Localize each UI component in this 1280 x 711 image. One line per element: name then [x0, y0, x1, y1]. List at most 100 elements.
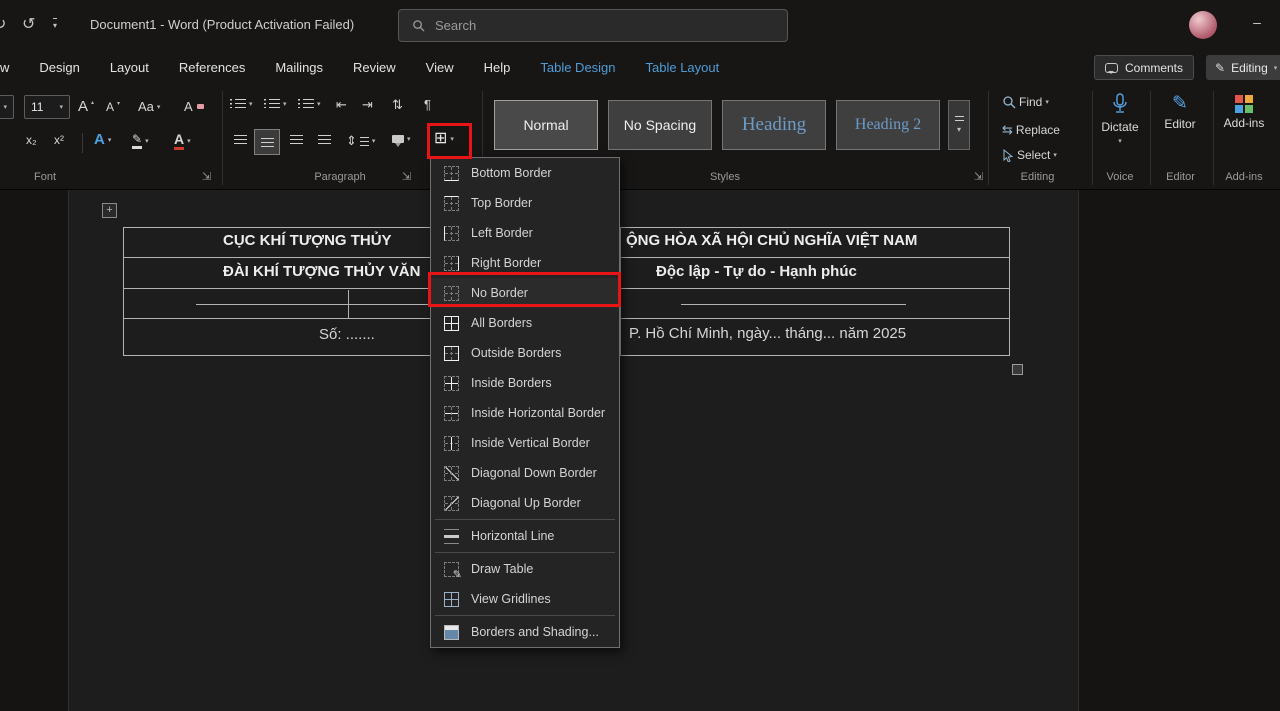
- menu-item[interactable]: Inside Horizontal Border: [431, 398, 619, 428]
- menu-item-label: Top Border: [471, 196, 532, 210]
- editor-button[interactable]: ✎ Editor: [1156, 94, 1204, 131]
- chevron-down-icon: ▾: [372, 137, 376, 145]
- ribbon-tab[interactable]: Help: [469, 50, 526, 85]
- chevron-down-icon: ▾: [317, 100, 321, 108]
- menu-item[interactable]: Diagonal Up Border: [431, 488, 619, 518]
- ribbon-tab[interactable]: Mailings: [260, 50, 338, 85]
- select-button[interactable]: Select ▾: [1002, 148, 1057, 162]
- avatar[interactable]: [1189, 11, 1217, 39]
- style-card[interactable]: Normal: [494, 100, 598, 150]
- menu-item[interactable]: Horizontal Line: [431, 521, 619, 551]
- grow-font-button[interactable]: A ▴: [78, 98, 94, 115]
- dictate-button[interactable]: Dictate ▾: [1096, 93, 1144, 145]
- table-resize-handle[interactable]: [1012, 364, 1023, 375]
- text-effects-button[interactable]: A ▾: [94, 131, 111, 148]
- change-case-button[interactable]: Aa ▾: [138, 99, 160, 114]
- style-card-label: Heading: [742, 114, 806, 136]
- styles-dialog-launcher[interactable]: ⇲: [974, 170, 983, 183]
- chevron-down-icon: ▾: [1045, 98, 1049, 106]
- style-card[interactable]: No Spacing: [608, 100, 712, 150]
- menu-item[interactable]: [431, 614, 619, 617]
- menu-item[interactable]: Inside Vertical Border: [431, 428, 619, 458]
- ribbon-tab[interactable]: Draw: [0, 50, 24, 85]
- border-style-icon: [444, 466, 459, 481]
- ribbon-tab-label: References: [179, 60, 245, 75]
- shrink-font-button[interactable]: A ▾: [106, 100, 120, 114]
- font-dialog-launcher[interactable]: ⇲: [202, 170, 211, 183]
- font-name-select[interactable]: ▾: [0, 95, 14, 119]
- sort-button[interactable]: ⇅: [392, 97, 403, 113]
- subscript-button[interactable]: x₂: [26, 133, 37, 147]
- history-icon[interactable]: ↻: [0, 14, 6, 34]
- bullet-list-button[interactable]: ▾: [230, 99, 253, 108]
- ribbon-tab-label: Help: [484, 60, 511, 75]
- decrease-indent-button[interactable]: ⇤: [336, 97, 347, 113]
- replace-button[interactable]: ⇆ Replace: [1002, 122, 1060, 138]
- editing-mode-button[interactable]: ✎ Editing ▾: [1206, 55, 1280, 80]
- clear-formatting-button[interactable]: A: [184, 99, 204, 114]
- comments-button[interactable]: Comments: [1094, 55, 1194, 80]
- menu-item[interactable]: Inside Borders: [431, 368, 619, 398]
- increase-indent-button[interactable]: ⇥: [362, 97, 373, 113]
- ribbon-tab-label: Draw: [0, 60, 9, 75]
- line-spacing-button[interactable]: ⇕ ▾: [346, 133, 375, 149]
- style-card-label: Normal: [523, 117, 568, 133]
- find-button[interactable]: Find ▾: [1002, 95, 1049, 109]
- shading-button[interactable]: ▾: [392, 135, 411, 143]
- ribbon-tab-label: Table Layout: [646, 60, 720, 75]
- border-style-icon: [444, 346, 459, 361]
- styles-group-label: Styles: [685, 171, 765, 183]
- font-color-button[interactable]: A ▾: [174, 132, 191, 150]
- ribbon-tab[interactable]: View: [411, 50, 469, 85]
- editor-button-label: Editor: [1164, 117, 1195, 131]
- ribbon-tab[interactable]: Design: [24, 50, 94, 85]
- menu-item[interactable]: Bottom Border: [431, 158, 619, 188]
- paragraph-dialog-launcher[interactable]: ⇲: [402, 170, 411, 183]
- menu-item[interactable]: [431, 518, 619, 521]
- style-card[interactable]: Heading 2: [836, 100, 940, 150]
- font-size-select[interactable]: 11 ▾: [24, 95, 70, 119]
- border-style-icon: [444, 376, 459, 391]
- ribbon-tab[interactable]: Table Design: [525, 50, 630, 85]
- justify-button[interactable]: [318, 135, 331, 144]
- qat-customize-icon[interactable]: ▾: [53, 18, 57, 30]
- styles-gallery-more-button[interactable]: ▾: [948, 100, 970, 150]
- menu-item[interactable]: All Borders: [431, 308, 619, 338]
- numbered-list-button[interactable]: ▾: [264, 99, 287, 108]
- menu-item-label: Diagonal Down Border: [471, 466, 597, 480]
- chevron-down-icon: ▾: [283, 100, 287, 108]
- show-paragraph-marks-button[interactable]: ¶: [424, 97, 431, 112]
- menu-item[interactable]: Outside Borders: [431, 338, 619, 368]
- caret-up-icon: ▴: [91, 99, 94, 106]
- borders-menu: Bottom Border Top Border Left Border Rig…: [430, 157, 620, 648]
- chevron-down-icon: ▾: [157, 103, 161, 111]
- menu-item[interactable]: [431, 551, 619, 554]
- ribbon-tab-label: View: [426, 60, 454, 75]
- menu-item[interactable]: Left Border: [431, 218, 619, 248]
- align-left-button[interactable]: [234, 135, 247, 144]
- text-highlight-button[interactable]: ✎ ▾: [132, 133, 149, 149]
- menu-item[interactable]: View Gridlines: [431, 584, 619, 614]
- menu-item[interactable]: Draw Table: [431, 554, 619, 584]
- menu-item[interactable]: Diagonal Down Border: [431, 458, 619, 488]
- ribbon-tab[interactable]: Review: [338, 50, 411, 85]
- chevron-down-icon: ▾: [108, 136, 112, 144]
- search-box[interactable]: [398, 9, 788, 42]
- justify-icon: [318, 135, 331, 144]
- table-move-handle[interactable]: +: [102, 203, 117, 218]
- minimize-button[interactable]: –: [1240, 14, 1274, 30]
- superscript-button[interactable]: x²: [54, 133, 64, 147]
- align-right-button[interactable]: [290, 135, 303, 144]
- align-center-button[interactable]: [254, 129, 280, 155]
- add-ins-button[interactable]: Add-ins: [1218, 95, 1270, 130]
- ribbon-tab[interactable]: Layout: [95, 50, 164, 85]
- menu-item[interactable]: Top Border: [431, 188, 619, 218]
- search-input[interactable]: [435, 18, 735, 33]
- undo-icon[interactable]: ↺: [22, 14, 35, 34]
- ribbon-tab[interactable]: References: [164, 50, 260, 85]
- style-card[interactable]: Heading: [722, 100, 826, 150]
- multilevel-list-button[interactable]: ▾: [298, 99, 321, 108]
- pencil-icon: ✎: [1215, 61, 1225, 75]
- menu-item[interactable]: Borders and Shading...: [431, 617, 619, 647]
- ribbon-tab[interactable]: Table Layout: [631, 50, 735, 85]
